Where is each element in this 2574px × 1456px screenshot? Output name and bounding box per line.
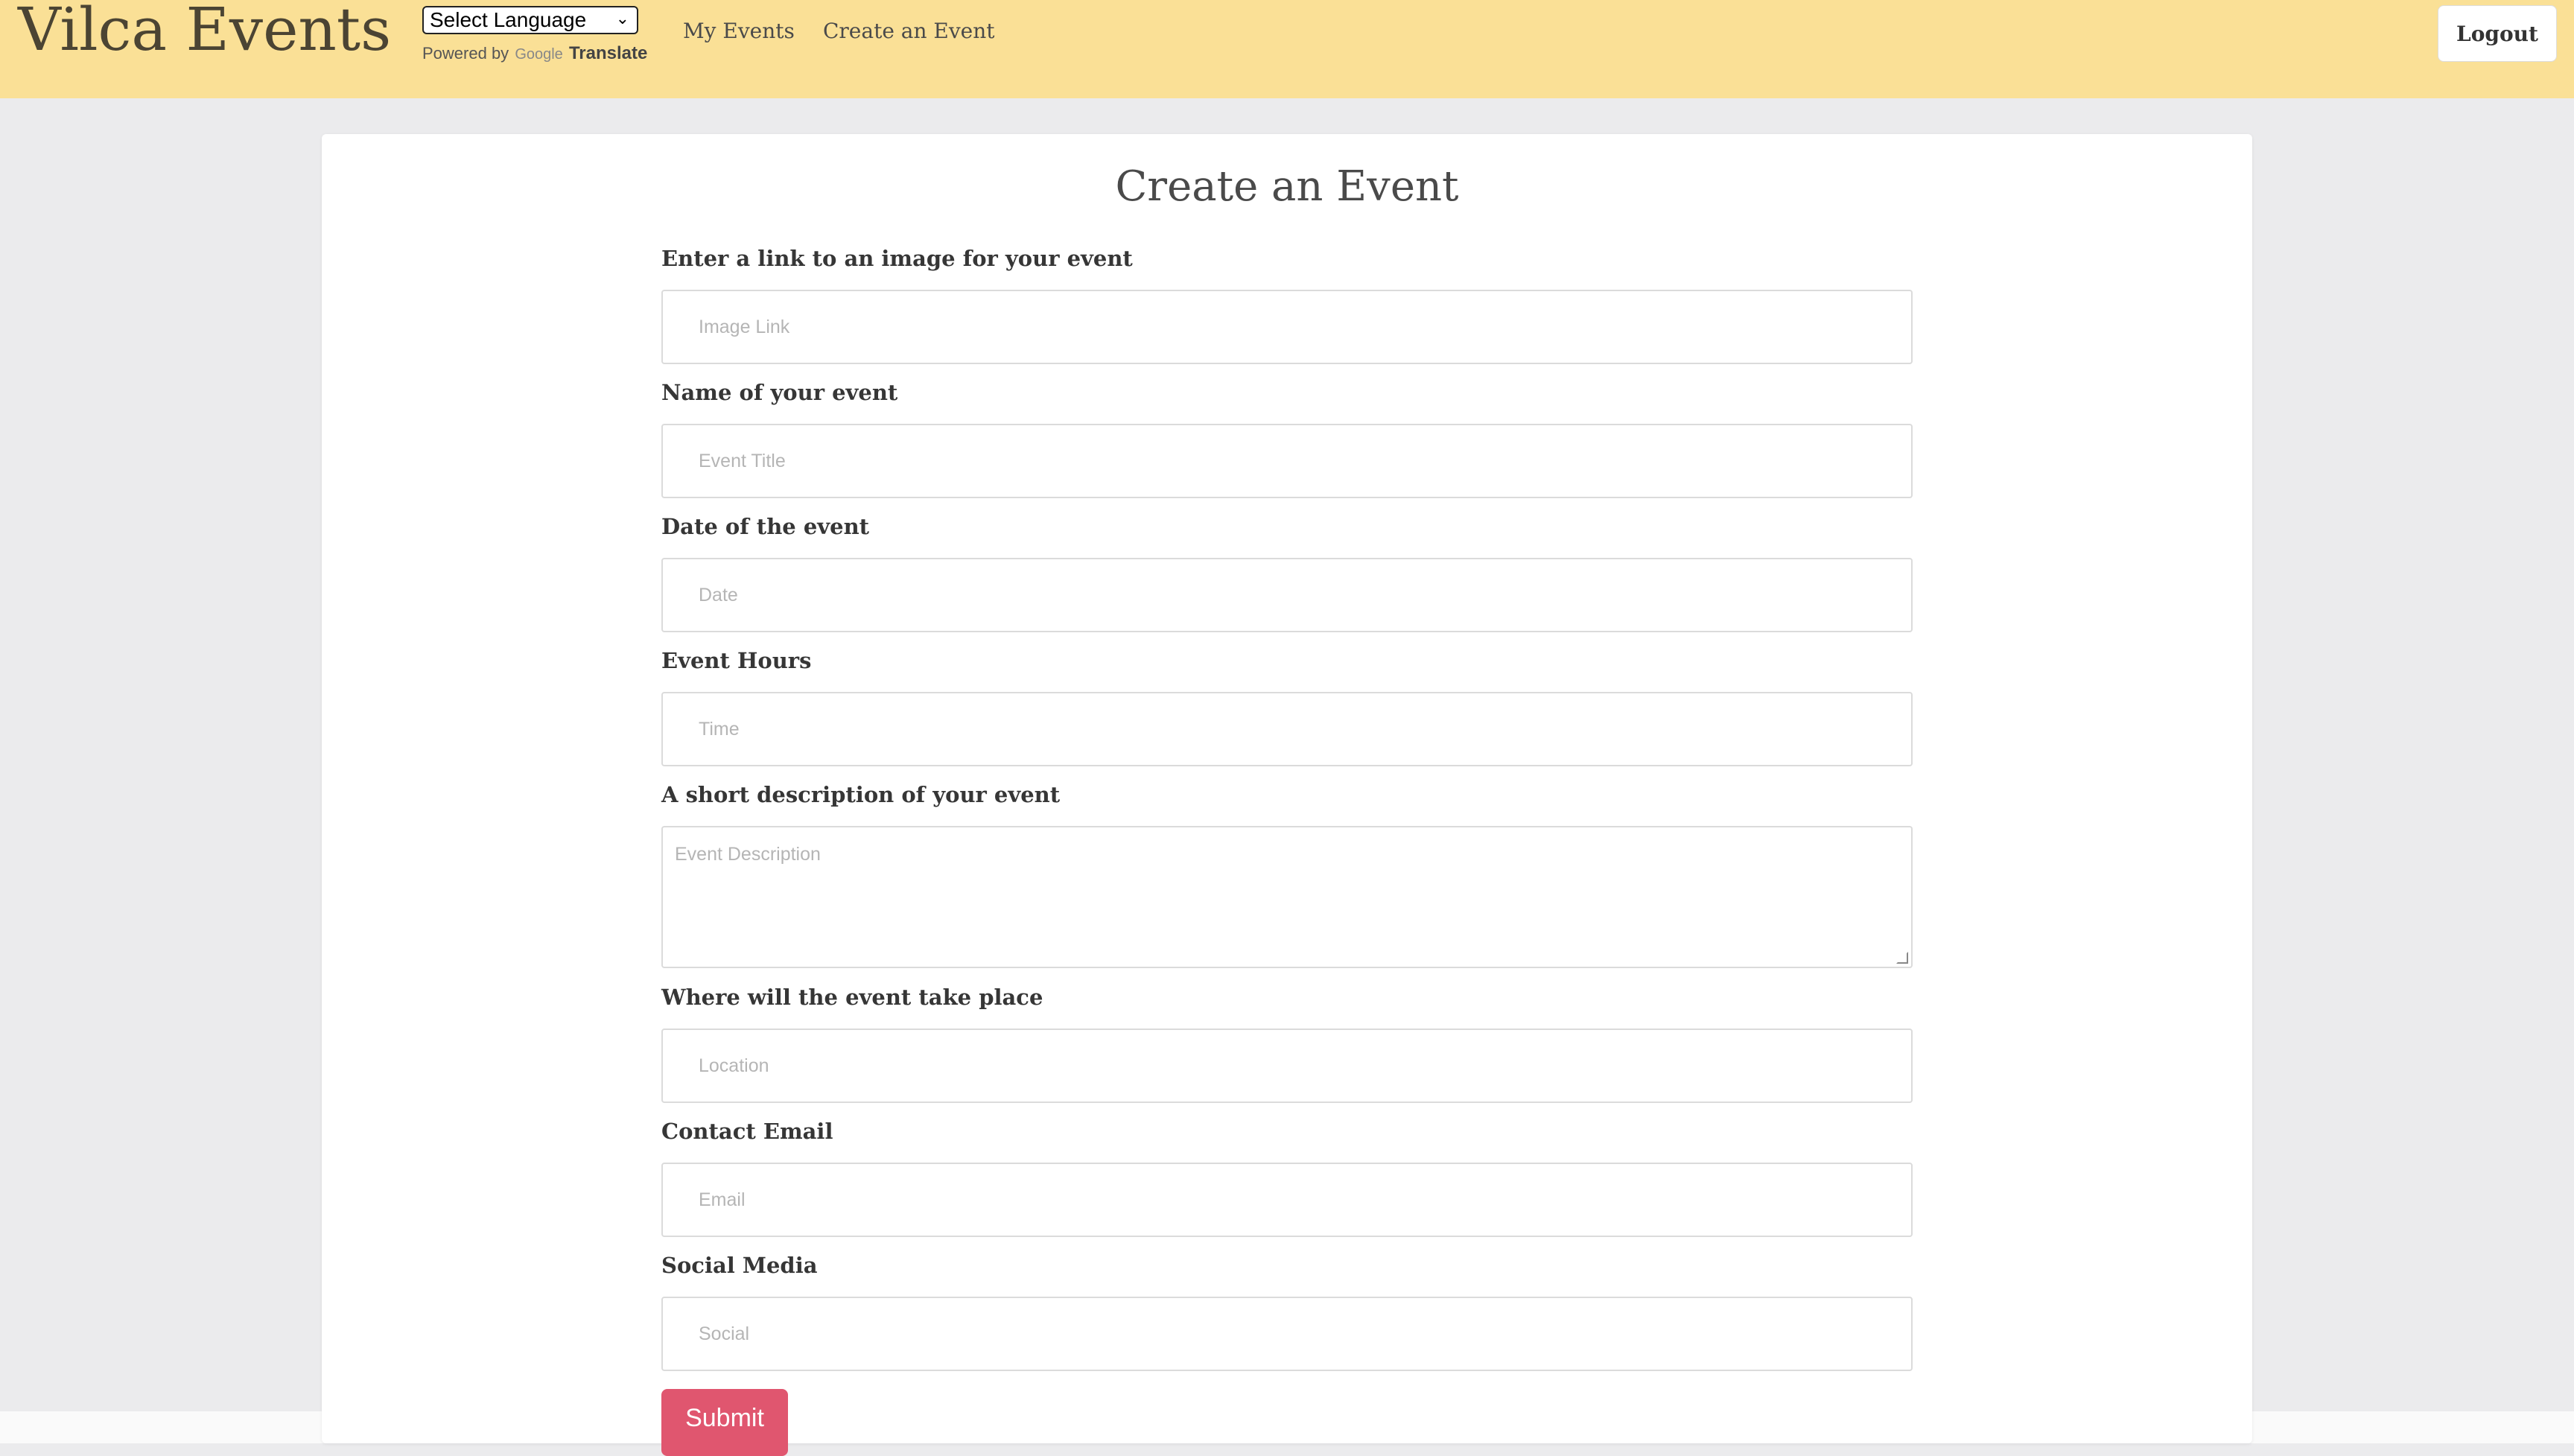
- powered-by-text: Powered by: [422, 44, 509, 63]
- event-description-placeholder: Event Description: [675, 844, 821, 865]
- event-hours-placeholder: Time: [699, 718, 740, 740]
- event-description-textarea[interactable]: Event Description: [661, 826, 1913, 968]
- logout-button[interactable]: Logout: [2438, 5, 2557, 62]
- language-select[interactable]: Select Language ⌄: [422, 6, 638, 34]
- location-input[interactable]: Location: [661, 1029, 1913, 1103]
- event-title-label: Name of your event: [661, 380, 898, 405]
- nav-create-event[interactable]: Create an Event: [823, 19, 995, 43]
- resize-handle-icon[interactable]: [1896, 952, 1908, 964]
- brand-logo[interactable]: Vilca Events: [18, 0, 391, 64]
- social-media-placeholder: Social: [699, 1323, 750, 1344]
- google-logo[interactable]: Google: [515, 46, 563, 63]
- page-title: Create an Event: [1115, 162, 1459, 211]
- contact-email-input[interactable]: Email: [661, 1163, 1913, 1237]
- google-translate-credit: Powered by Google Translate: [422, 43, 647, 64]
- location-placeholder: Location: [699, 1055, 769, 1076]
- contact-email-placeholder: Email: [699, 1189, 746, 1210]
- event-date-input[interactable]: Date: [661, 558, 1913, 632]
- image-link-label: Enter a link to an image for your event: [661, 246, 1133, 271]
- social-media-label: Social Media: [661, 1253, 818, 1278]
- language-select-value: Select Language: [430, 8, 587, 31]
- social-media-input[interactable]: Social: [661, 1297, 1913, 1371]
- event-title-input[interactable]: Event Title: [661, 424, 1913, 498]
- contact-email-label: Contact Email: [661, 1119, 833, 1144]
- image-link-input[interactable]: Image Link: [661, 290, 1913, 364]
- event-title-placeholder: Event Title: [699, 450, 786, 471]
- event-hours-input[interactable]: Time: [661, 692, 1913, 766]
- translate-link[interactable]: Translate: [569, 43, 647, 63]
- event-date-label: Date of the event: [661, 514, 870, 539]
- event-date-placeholder: Date: [699, 584, 738, 605]
- nav-my-events[interactable]: My Events: [683, 19, 795, 43]
- top-navbar: Vilca Events Select Language ⌄ Powered b…: [0, 0, 2574, 98]
- chevron-down-icon: ⌄: [615, 9, 629, 28]
- submit-button[interactable]: Submit: [661, 1389, 788, 1456]
- event-description-label: A short description of your event: [661, 782, 1061, 807]
- location-label: Where will the event take place: [661, 985, 1043, 1010]
- event-hours-label: Event Hours: [661, 648, 812, 673]
- image-link-placeholder: Image Link: [699, 316, 790, 337]
